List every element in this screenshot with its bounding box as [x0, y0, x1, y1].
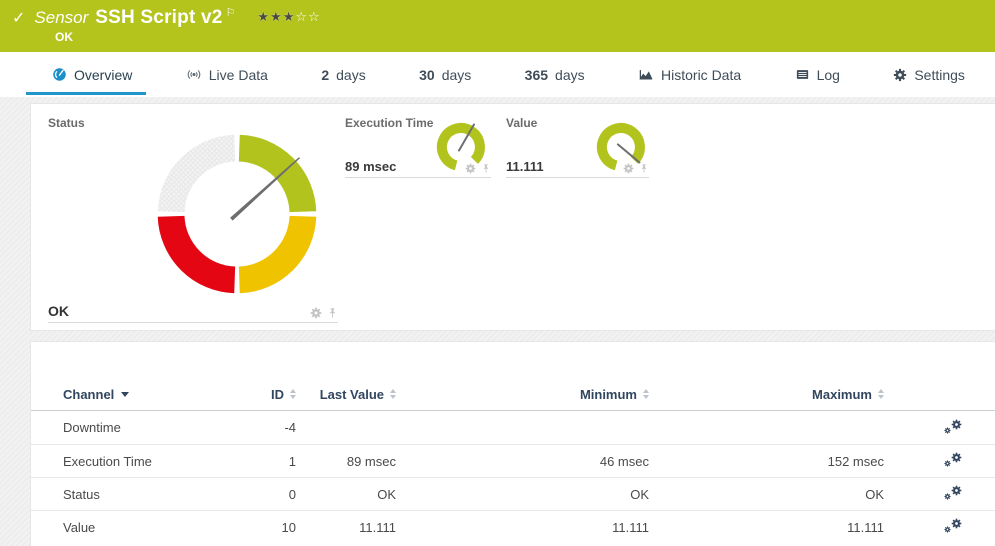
tab-overview[interactable]: Overview: [40, 52, 144, 97]
cell-maximum: OK: [649, 487, 884, 502]
execution-time-gauge-label: Execution Time: [345, 116, 433, 130]
star-filled-icon[interactable]: ★: [257, 9, 270, 24]
star-empty-icon[interactable]: ☆: [308, 9, 321, 24]
cell-last-value: 11.111: [296, 520, 396, 535]
cell-maximum: 11.111: [649, 520, 884, 535]
execution-time-gauge-footer: 89 msec: [345, 152, 491, 178]
channels-panel: Channel ID Last Value Minimum Maximum Do…: [30, 341, 995, 546]
settings-gear-icon: [893, 68, 907, 82]
value-gauge-label: Value: [506, 116, 537, 130]
gauge-segment-error: [171, 216, 235, 280]
log-icon: [795, 67, 810, 82]
execution-time-gauge-value: 89 msec: [345, 159, 396, 174]
gauge-pin-icon[interactable]: [639, 163, 649, 174]
gauge-pin-icon[interactable]: [481, 163, 491, 174]
star-empty-icon[interactable]: ☆: [295, 9, 308, 24]
table-row: Value1011.11111.11111.111: [31, 510, 995, 543]
cell-maximum: 152 msec: [649, 454, 884, 469]
object-kind-label: Sensor: [34, 8, 88, 28]
star-filled-icon[interactable]: ★: [270, 9, 283, 24]
tab-label: Historic Data: [661, 67, 741, 83]
status-gauge: [151, 128, 323, 300]
value-gauge-value: 11.111: [506, 159, 544, 174]
tab-settings[interactable]: Settings: [881, 52, 977, 97]
column-header-id[interactable]: ID: [243, 387, 296, 402]
tab-label-strong: 365: [525, 67, 548, 83]
tab-label: Settings: [914, 67, 965, 83]
value-gauge-footer: 11.111: [506, 152, 649, 178]
tab-days[interactable]: 365 days: [513, 52, 597, 97]
tab-label: Live Data: [209, 67, 268, 83]
channel-settings-gears-icon[interactable]: [962, 419, 995, 437]
sort-desc-icon: [121, 392, 129, 397]
tab-label: days: [336, 67, 366, 83]
page-title: SSH Script v2: [95, 7, 222, 29]
cell-last-value: OK: [296, 487, 396, 502]
channel-settings-gears-icon[interactable]: [962, 452, 995, 470]
cell-channel: Execution Time: [63, 454, 243, 469]
status-gauge-label: Status: [48, 116, 85, 130]
table-row: Downtime-4: [31, 411, 995, 444]
tab-label-strong: 30: [419, 67, 435, 83]
tab-label-strong: 2: [321, 67, 329, 83]
tab-bar: Overview Live Data 2 days 30 days 365 days Histo…: [0, 52, 995, 97]
table-header-row: Channel ID Last Value Minimum Maximum: [31, 378, 995, 411]
cell-id: 10: [243, 520, 296, 535]
tab-log[interactable]: Log: [783, 52, 852, 97]
gauge-settings-gear-icon[interactable]: [465, 163, 476, 174]
tab-label: days: [442, 67, 472, 83]
sort-toggle-icon: [878, 389, 884, 399]
status-check-icon: ✓: [12, 8, 25, 28]
column-header-minimum[interactable]: Minimum: [396, 387, 649, 402]
historic-data-icon: [638, 67, 654, 82]
cell-minimum: OK: [396, 487, 649, 502]
priority-flag-icon[interactable]: ⚐: [226, 6, 236, 19]
gauge-segment-unknown: [171, 148, 235, 212]
column-header-last-value[interactable]: Last Value: [296, 387, 396, 402]
status-gauge-footer: OK: [48, 297, 338, 323]
table-row: Execution Time189 msec46 msec152 msec: [31, 444, 995, 477]
tab-days[interactable]: 30 days: [407, 52, 483, 97]
tab-label: days: [555, 67, 585, 83]
priority-stars[interactable]: ★★★☆☆: [257, 9, 320, 25]
sensor-status-text: OK: [55, 30, 995, 44]
column-header-channel[interactable]: Channel: [63, 387, 243, 402]
cell-id: -4: [243, 420, 296, 435]
gauge-segment-warning: [239, 216, 303, 280]
tab-label: Log: [817, 67, 840, 83]
channel-settings-gears-icon[interactable]: [962, 485, 995, 503]
tab-label: Overview: [74, 67, 132, 83]
cell-last-value: 89 msec: [296, 454, 396, 469]
tab-live-data[interactable]: Live Data: [174, 52, 280, 97]
tab-days[interactable]: 2 days: [309, 52, 377, 97]
cell-channel: Value: [63, 520, 243, 535]
channel-settings-gears-icon[interactable]: [962, 518, 995, 536]
cell-channel: Status: [63, 487, 243, 502]
cell-id: 1: [243, 454, 296, 469]
gauge-icon: [52, 67, 67, 82]
tab-historic-data[interactable]: Historic Data: [626, 52, 753, 97]
gauge-pin-icon[interactable]: [327, 307, 338, 319]
channels-table: Channel ID Last Value Minimum Maximum Do…: [31, 342, 995, 543]
column-header-maximum[interactable]: Maximum: [649, 387, 884, 402]
status-gauge-value: OK: [48, 303, 69, 319]
content-area: Status OK Execution Time 89 msec: [0, 97, 995, 546]
live-data-icon: [186, 67, 202, 82]
cell-minimum: 46 msec: [396, 454, 649, 469]
sensor-header: ✓ Sensor SSH Script v2 ⚐ ★★★☆☆ OK: [0, 0, 995, 52]
cell-channel: Downtime: [63, 420, 243, 435]
table-row: Status0OKOKOK: [31, 477, 995, 510]
cell-id: 0: [243, 487, 296, 502]
star-filled-icon[interactable]: ★: [283, 9, 296, 24]
gauge-settings-gear-icon[interactable]: [310, 307, 322, 319]
cell-minimum: 11.111: [396, 520, 649, 535]
gauge-settings-gear-icon[interactable]: [623, 163, 634, 174]
gauges-panel: Status OK Execution Time 89 msec: [30, 103, 995, 331]
